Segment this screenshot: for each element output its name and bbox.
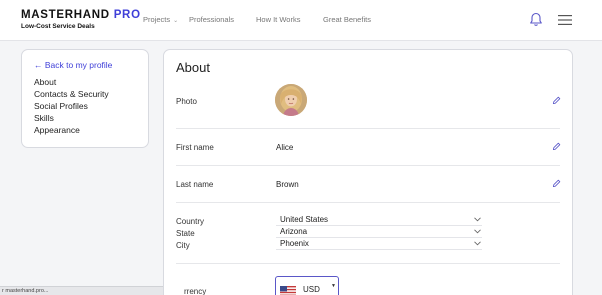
avatar-image (275, 84, 307, 116)
status-text: r masterhand.pro... (2, 288, 49, 294)
brand-logo[interactable]: MASTERHAND PRO Low-Cost Service Deals (21, 9, 141, 30)
edit-photo-icon[interactable] (552, 96, 561, 105)
us-flag-icon (280, 286, 296, 295)
currency-select[interactable]: USD ▼ (275, 276, 339, 295)
city-value: Phoenix (280, 239, 309, 248)
sidebar-item-appearance[interactable]: Appearance (34, 124, 136, 136)
back-to-profile-link[interactable]: ← Back to my profile (34, 60, 136, 70)
last-name-label: Last name (176, 180, 214, 189)
nav-how-it-works[interactable]: How It Works (256, 15, 300, 24)
first-name-label: First name (176, 143, 214, 152)
state-select[interactable]: Arizona (276, 227, 482, 238)
city-select[interactable]: Phoenix (276, 239, 482, 250)
divider (176, 165, 560, 166)
state-label: State (176, 229, 195, 238)
browser-status-bar: r masterhand.pro... (0, 286, 163, 295)
avatar[interactable] (275, 84, 307, 116)
city-label: City (176, 241, 190, 250)
chevron-down-icon (474, 241, 481, 246)
photo-label: Photo (176, 97, 197, 106)
sidebar-item-social-profiles[interactable]: Social Profiles (34, 100, 136, 112)
divider (176, 128, 560, 129)
chevron-down-icon: ⌄ (173, 18, 179, 24)
currency-value: USD (303, 285, 320, 294)
sidebar-item-contacts-security[interactable]: Contacts & Security (34, 88, 136, 100)
top-navigation-bar: MASTERHAND PRO Low-Cost Service Deals Pr… (0, 0, 602, 41)
chevron-down-icon (474, 217, 481, 222)
first-name-value: Alice (276, 143, 294, 152)
menu-icon[interactable] (558, 15, 572, 25)
country-value: United States (280, 215, 329, 224)
nav-professionals[interactable]: Professionals (189, 15, 234, 24)
brand-tagline: Low-Cost Service Deals (21, 23, 95, 30)
edit-last-name-icon[interactable] (552, 179, 561, 188)
caret-down-icon: ▼ (331, 283, 336, 289)
nav-projects[interactable]: Projects ⌄ (143, 15, 178, 24)
about-panel: About Photo First name Alice Last name B… (163, 49, 573, 295)
last-name-value: Brown (276, 180, 299, 189)
nav-projects-label: Projects (143, 15, 171, 24)
chevron-down-icon (474, 229, 481, 234)
brand-name: MASTERHAND PRO (21, 9, 141, 21)
edit-first-name-icon[interactable] (552, 142, 561, 151)
country-label: Country (176, 217, 205, 226)
divider (176, 202, 560, 203)
divider (176, 263, 560, 264)
nav-great-benefits[interactable]: Great Benefits (323, 15, 371, 24)
sidebar-item-skills[interactable]: Skills (34, 112, 136, 124)
page-title: About (176, 60, 210, 75)
state-value: Arizona (280, 227, 308, 236)
sidebar-item-about[interactable]: About (34, 76, 136, 88)
profile-sidebar: ← Back to my profile About Contacts & Se… (21, 49, 149, 148)
country-select[interactable]: United States (276, 215, 482, 226)
bell-icon[interactable] (529, 12, 543, 27)
currency-label: rrency (184, 287, 207, 295)
